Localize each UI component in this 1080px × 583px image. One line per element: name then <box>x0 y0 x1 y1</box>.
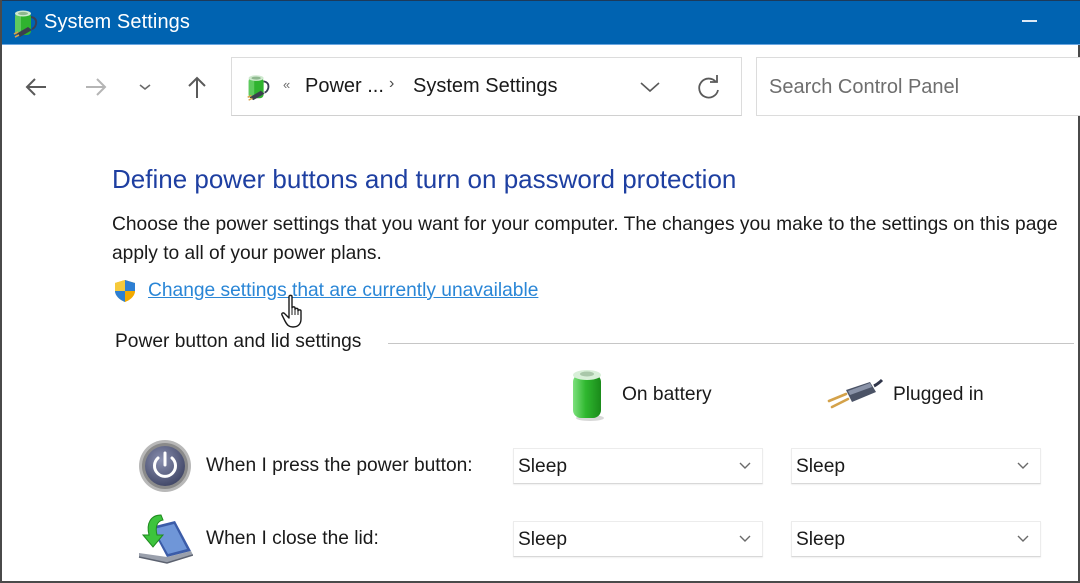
selected-value: Sleep <box>796 456 846 477</box>
arrow-up-icon <box>188 76 206 98</box>
power-plug-icon <box>827 378 884 409</box>
search-box[interactable] <box>756 57 1080 116</box>
change-unavailable-settings-link[interactable]: Change settings that are currently unava… <box>148 280 538 302</box>
recent-locations-button[interactable] <box>132 70 158 104</box>
title-bar: System Settings <box>2 0 1080 45</box>
page-title: Define power buttons and turn on passwor… <box>112 164 737 194</box>
section-divider <box>388 343 1074 344</box>
system-settings-window: System Settings « Power ... › System Set… <box>0 0 1080 583</box>
close-lid-plugged-in-select[interactable]: Sleep <box>791 521 1041 557</box>
minimize-button[interactable] <box>1002 1 1062 45</box>
chevron-down-icon <box>1017 462 1029 469</box>
breadcrumb-power-options[interactable]: Power ... <box>305 75 384 98</box>
window-title: System Settings <box>44 11 191 33</box>
refresh-icon <box>698 75 719 99</box>
breadcrumb-system-settings[interactable]: System Settings <box>413 75 558 98</box>
power-button-plugged-in-select[interactable]: Sleep <box>791 448 1041 484</box>
chevron-down-icon <box>739 535 751 542</box>
arrow-right-icon <box>86 78 107 96</box>
section-heading: Power button and lid settings <box>115 331 374 353</box>
laptop-lid-icon <box>138 514 193 564</box>
power-button-on-battery-select[interactable]: Sleep <box>513 448 763 484</box>
refresh-button[interactable] <box>694 73 724 103</box>
battery-icon <box>573 370 604 421</box>
close-lid-on-battery-select[interactable]: Sleep <box>513 521 763 557</box>
plugged-in-label: Plugged in <box>893 384 984 405</box>
arrow-left-icon <box>25 78 46 96</box>
back-button[interactable] <box>19 70 53 104</box>
power-button-label: When I press the power button: <box>206 455 473 476</box>
uac-shield-icon <box>115 280 135 302</box>
power-options-icon <box>247 75 270 101</box>
power-button-icon <box>139 440 191 492</box>
chevron-down-icon <box>739 462 751 469</box>
page-description: Choose the power settings that you want … <box>112 214 1058 264</box>
breadcrumb-separator[interactable]: › <box>389 75 394 93</box>
close-lid-label: When I close the lid: <box>206 528 379 549</box>
forward-button[interactable] <box>79 70 113 104</box>
selected-value: Sleep <box>518 456 568 477</box>
chevron-down-icon <box>640 82 660 93</box>
hidden-locations-button[interactable]: « <box>283 77 290 92</box>
on-battery-label: On battery <box>622 384 712 405</box>
selected-value: Sleep <box>518 529 568 550</box>
search-input[interactable] <box>769 74 1069 100</box>
minimize-icon <box>1022 20 1037 22</box>
power-button-row: When I press the power button: Sleep Sle… <box>137 438 1047 494</box>
power-options-icon <box>13 10 38 38</box>
close-lid-row: When I close the lid: Sleep Sleep <box>137 511 1047 567</box>
selected-value: Sleep <box>796 529 846 550</box>
chevron-down-icon <box>1017 535 1029 542</box>
chevron-down-icon <box>139 84 151 91</box>
address-bar[interactable]: « Power ... › System Settings <box>231 57 742 116</box>
up-button[interactable] <box>180 70 214 104</box>
address-dropdown-button[interactable] <box>636 75 664 99</box>
